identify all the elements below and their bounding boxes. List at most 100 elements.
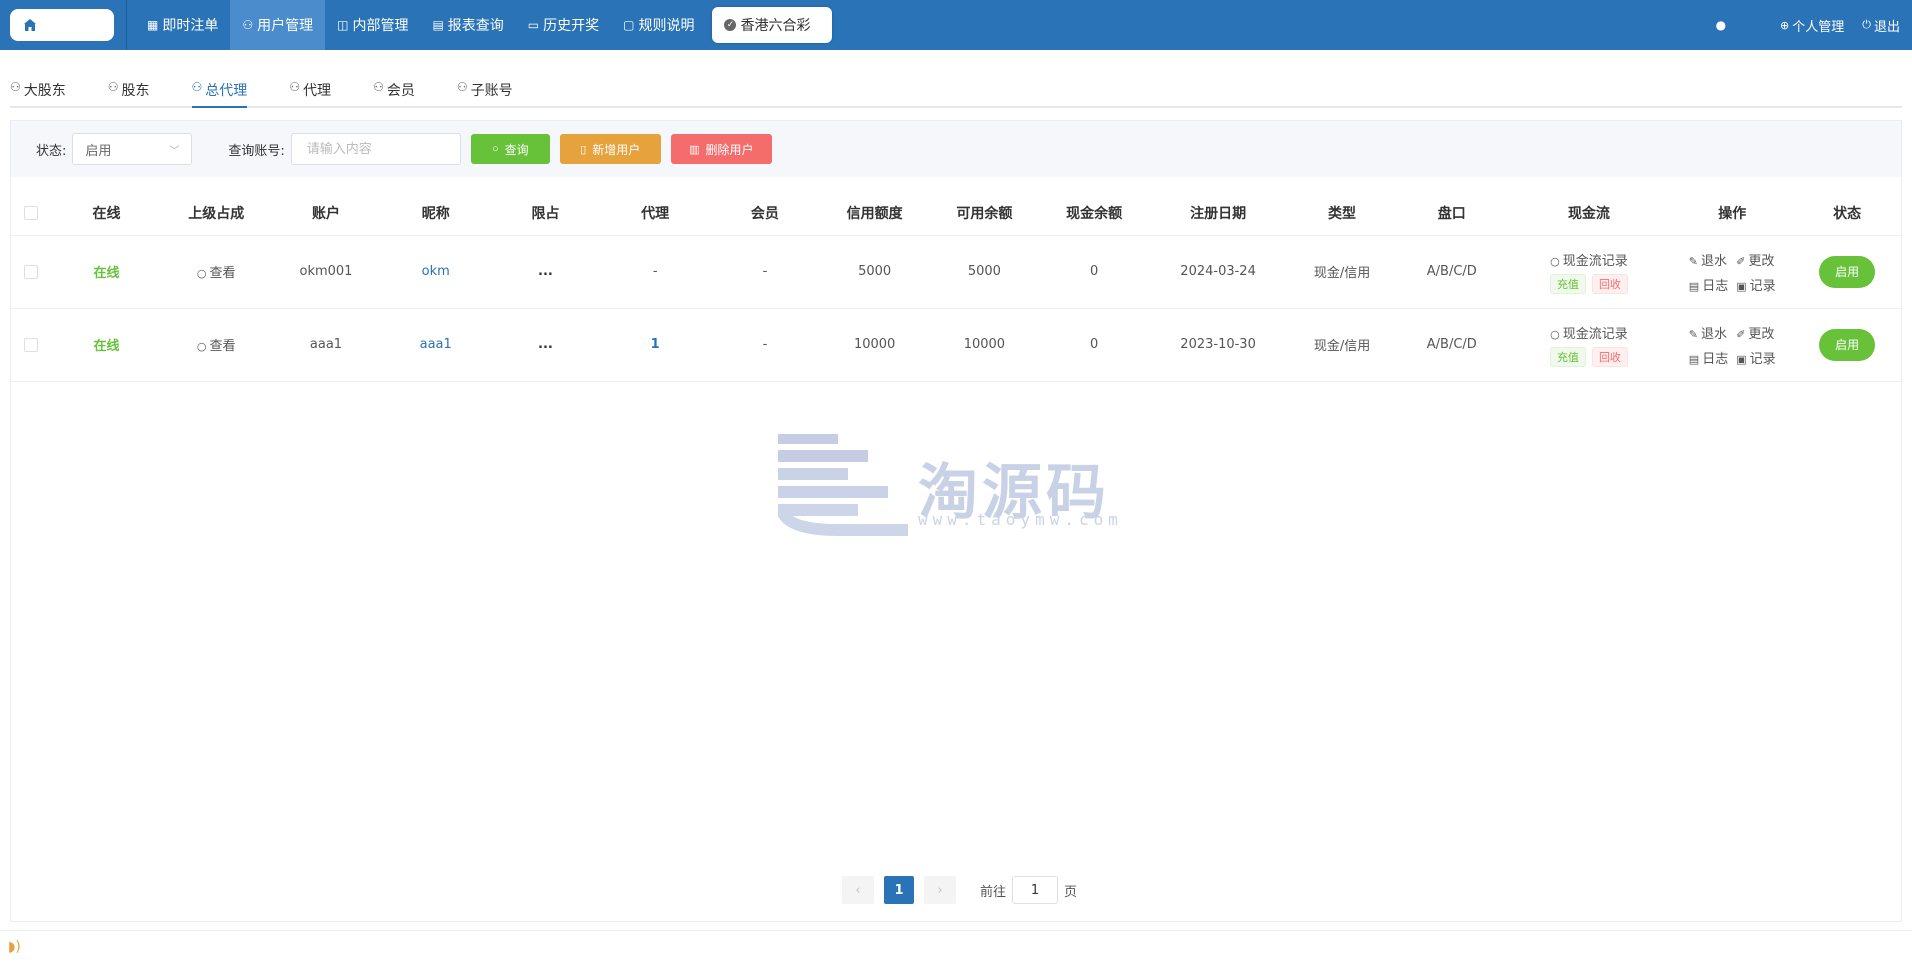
column-header: 在线 <box>51 191 162 236</box>
search-icon: ○ <box>1550 254 1560 268</box>
recall-tag[interactable]: 回收 <box>1591 273 1628 294</box>
nickname-link[interactable]: okm <box>422 264 450 279</box>
record-link[interactable]: ▣ 记录 <box>1736 275 1775 294</box>
search-icon: ○ <box>491 143 499 155</box>
edit-label: 更改 <box>1748 326 1775 342</box>
edit-link[interactable]: ✐ 更改 <box>1736 250 1775 269</box>
watermark-logo: 淘源码 www.taoymw.com <box>778 432 1134 542</box>
user-icon: ⚇ <box>242 18 254 32</box>
rebate-link[interactable]: ✎ 退水 <box>1689 250 1728 269</box>
record-link[interactable]: ▣ 记录 <box>1736 348 1775 367</box>
check-circle-icon: ✓ <box>724 19 737 31</box>
tab-shareholder[interactable]: ⚇ 股东 <box>108 78 150 108</box>
recharge-tag[interactable]: 充值 <box>1549 273 1586 294</box>
log-label: 日志 <box>1702 351 1729 367</box>
rebate-link[interactable]: ✎ 退水 <box>1689 323 1728 342</box>
account-cell: okm001 <box>271 235 381 309</box>
layout-icon: ◫ <box>337 18 349 32</box>
edit-link[interactable]: ✐ 更改 <box>1736 323 1775 342</box>
log-link[interactable]: ▤ 日志 <box>1689 275 1728 294</box>
chevron-left-icon: ‹ <box>855 882 861 898</box>
cashflow-record-link[interactable]: ○ 现金流记录 <box>1507 250 1672 269</box>
game-name: 香港六合彩 <box>740 18 811 34</box>
edit-icon: ✎ <box>1688 327 1698 341</box>
delete-label: 删除用户 <box>705 142 754 157</box>
game-selector[interactable]: ✓ 香港六合彩 <box>712 7 833 43</box>
cashflow-tags: 充值 回收 <box>1507 273 1672 294</box>
status-toggle-button[interactable]: 启用 <box>1819 255 1876 288</box>
tab-member[interactable]: ⚇ 会员 <box>373 78 415 108</box>
nav-internal-management[interactable]: ◫ 内部管理 <box>325 0 420 50</box>
recharge-tag[interactable]: 充值 <box>1549 346 1586 367</box>
online-cell: 在线 <box>51 308 162 382</box>
status-select[interactable]: 启用 ﹀ <box>72 133 193 165</box>
page-number-current[interactable]: 1 <box>884 876 914 904</box>
rebate-label: 退水 <box>1701 326 1728 342</box>
agent-count-link[interactable]: 1 <box>651 337 660 352</box>
credit-cell: 5000 <box>819 235 930 309</box>
type-cell: 现金/信用 <box>1287 308 1397 382</box>
status-cell: 启用 <box>1793 235 1901 309</box>
search-button[interactable]: ○ 查询 <box>470 134 550 164</box>
home-button[interactable] <box>10 9 114 41</box>
recall-tag[interactable]: 回收 <box>1591 346 1628 367</box>
search-icon: ○ <box>196 267 207 280</box>
user-icon: ⚇ <box>191 80 203 94</box>
column-header: 状态 <box>1793 191 1901 236</box>
avatar-icon[interactable]: ● <box>1716 18 1726 32</box>
logout-label: 退出 <box>1873 19 1900 35</box>
add-user-button[interactable]: ▯ 新增用户 <box>559 134 661 164</box>
parent-share-cell: ○ 查看 <box>161 235 272 309</box>
filter-bar: 状态: 启用 ﹀ 查询账号: ○ 查询 ▯ 新增用户 ▥ 删除用户 <box>11 121 1901 177</box>
tab-major-shareholder[interactable]: ⚇ 大股东 <box>10 78 66 108</box>
account-search-input[interactable] <box>290 133 461 165</box>
rebate-label: 退水 <box>1701 253 1728 269</box>
account-cell: aaa1 <box>271 308 381 382</box>
goto-page-input[interactable] <box>1012 876 1059 904</box>
sound-icon[interactable]: ◗) <box>8 939 21 955</box>
bottom-bar: ◗) <box>0 930 1912 966</box>
delete-user-button[interactable]: ▥ 删除用户 <box>670 134 772 164</box>
tab-agent[interactable]: ⚇ 代理 <box>289 78 331 108</box>
view-link[interactable]: ○ 查看 <box>197 266 236 281</box>
user-icon: ⚇ <box>107 80 119 94</box>
limit-cell: ... <box>490 235 601 309</box>
pencil-icon: ✐ <box>1736 327 1746 341</box>
nav-reports[interactable]: ▤ 报表查询 <box>420 0 515 50</box>
nav-history-draws[interactable]: ▭ 历史开奖 <box>516 0 611 50</box>
row-checkbox[interactable] <box>24 264 39 279</box>
online-status: 在线 <box>93 339 120 354</box>
column-header: 会员 <box>710 191 820 236</box>
top-navbar: ▦ 即时注单 ⚇ 用户管理 ◫ 内部管理 ▤ 报表查询 ▭ 历史开奖 ▢ 规则说明 ✓ 香港六… <box>0 0 1912 50</box>
date-cell: 2023-10-30 <box>1148 308 1288 382</box>
tab-general-agent[interactable]: ⚇ 总代理 <box>191 78 248 108</box>
prev-page-button[interactable]: ‹ <box>842 876 874 904</box>
cashflow-record-label: 现金流记录 <box>1562 326 1628 342</box>
row-checkbox[interactable] <box>24 337 39 352</box>
next-page-button[interactable]: › <box>924 876 956 904</box>
tab-sub-account[interactable]: ⚇ 子账号 <box>457 78 513 108</box>
logout-link[interactable]: ⏻ 退出 <box>1862 16 1900 35</box>
log-link[interactable]: ▤ 日志 <box>1689 348 1728 367</box>
limit-more-link[interactable]: ... <box>538 264 553 279</box>
nickname-link[interactable]: aaa1 <box>420 337 452 352</box>
limit-more-link[interactable]: ... <box>538 337 553 352</box>
column-header: 现金流 <box>1506 191 1672 236</box>
personal-management-link[interactable]: ⊕ 个人管理 <box>1780 16 1844 35</box>
view-link[interactable]: ○ 查看 <box>197 339 236 354</box>
search-label: 查询 <box>504 142 529 157</box>
nav-live-bets[interactable]: ▦ 即时注单 <box>135 0 230 50</box>
nav-rules[interactable]: ▢ 规则说明 <box>611 0 706 50</box>
user-table: 在线 上级占成 账户 昵称 限占 代理 会员 信用额度 可用余额 现金余额 注册… <box>11 191 1901 382</box>
user-icon: ⚇ <box>373 80 384 94</box>
ops-cell: ✎ 退水 ✐ 更改 ▤ 日志 ▣ 记录 <box>1671 235 1794 309</box>
limit-cell: ... <box>490 308 601 382</box>
nav-user-management[interactable]: ⚇ 用户管理 <box>230 0 326 50</box>
user-icon: ⚇ <box>289 80 301 94</box>
status-toggle-button[interactable]: 启用 <box>1819 328 1876 361</box>
document-add-icon: ▯ <box>580 143 587 156</box>
select-all-checkbox[interactable] <box>24 205 39 220</box>
status-cell: 启用 <box>1793 308 1901 382</box>
cashflow-record-link[interactable]: ○ 现金流记录 <box>1507 323 1672 342</box>
nav-label: 即时注单 <box>162 18 219 34</box>
